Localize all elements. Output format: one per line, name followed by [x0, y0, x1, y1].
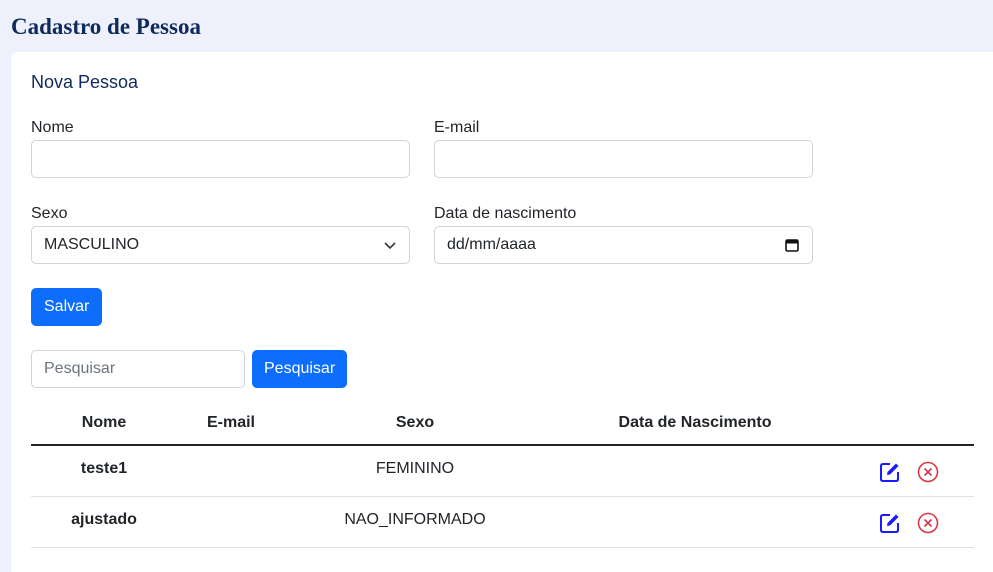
form-title: Nova Pessoa [31, 72, 139, 92]
save-button[interactable]: Salvar [31, 288, 103, 326]
cell-sexo: NAO_INFORMADO [344, 511, 486, 528]
table-row: ajustado NAO_INFORMADO [31, 497, 974, 548]
delete-circle-x-icon[interactable] [917, 512, 939, 534]
sexo-selected-value: MASCULINO [44, 236, 140, 253]
nome-input[interactable] [31, 140, 410, 178]
cell-nome: ajustado [71, 511, 137, 528]
header-sexo: Sexo [395, 414, 435, 431]
table-row: teste1 FEMININO [31, 446, 974, 497]
header-nascimento: Data de Nascimento [618, 414, 772, 431]
nascimento-label: Data de nascimento [434, 205, 577, 222]
email-input[interactable] [434, 140, 813, 178]
nascimento-placeholder: dd/mm/aaaa [447, 236, 536, 253]
nascimento-input[interactable]: dd/mm/aaaa [434, 226, 813, 264]
cell-nome: teste1 [80, 460, 128, 477]
delete-circle-x-icon[interactable] [917, 461, 939, 483]
email-label: E-mail [434, 119, 480, 136]
header-email: E-mail [206, 414, 255, 431]
chevron-down-icon [384, 242, 396, 250]
form-card: Nova Pessoa Nome E-mail Sexo MASCULINO D… [11, 52, 993, 572]
cell-sexo: FEMININO [375, 460, 455, 477]
calendar-icon[interactable] [785, 238, 799, 252]
sexo-select[interactable]: MASCULINO [31, 226, 410, 264]
edit-icon[interactable] [879, 461, 901, 483]
edit-icon[interactable] [879, 512, 901, 534]
search-button[interactable]: Pesquisar [252, 350, 348, 388]
sexo-label: Sexo [31, 205, 68, 222]
nome-label: Nome [31, 119, 74, 136]
page-title: Cadastro de Pessoa [11, 14, 201, 39]
search-input[interactable]: Pesquisar [31, 350, 245, 388]
